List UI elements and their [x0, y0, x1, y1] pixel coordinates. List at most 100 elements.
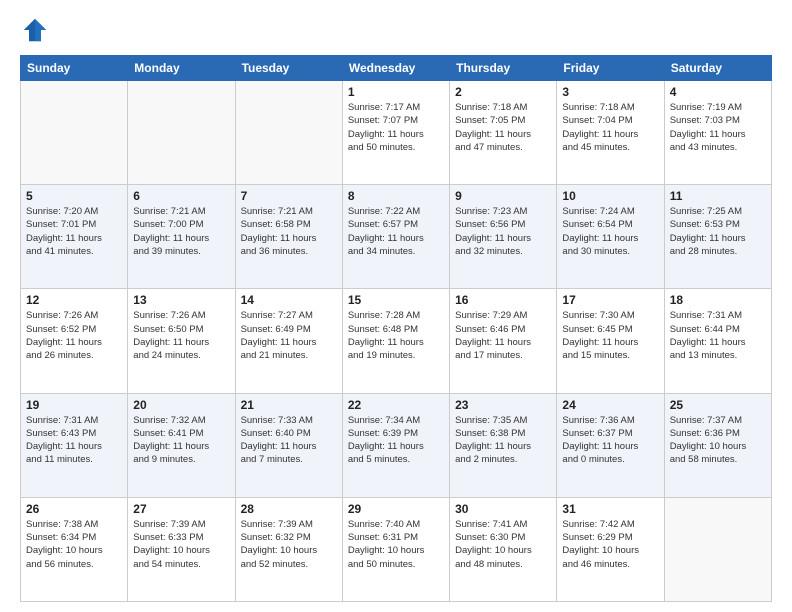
cell-info: Sunrise: 7:22 AM Sunset: 6:57 PM Dayligh…: [348, 205, 444, 258]
cell-date: 8: [348, 189, 444, 203]
calendar-cell: 22 Sunrise: 7:34 AM Sunset: 6:39 PM Dayli…: [342, 393, 449, 497]
calendar-cell: 3 Sunrise: 7:18 AM Sunset: 7:04 PM Daylig…: [557, 81, 664, 185]
cell-date: 14: [241, 293, 337, 307]
cell-date: 23: [455, 398, 551, 412]
cell-date: 4: [670, 85, 766, 99]
cell-info: Sunrise: 7:31 AM Sunset: 6:44 PM Dayligh…: [670, 309, 766, 362]
calendar-cell: 23 Sunrise: 7:35 AM Sunset: 6:38 PM Dayli…: [450, 393, 557, 497]
calendar-cell: 25 Sunrise: 7:37 AM Sunset: 6:36 PM Dayli…: [664, 393, 771, 497]
weekday-header-saturday: Saturday: [664, 56, 771, 81]
calendar-cell: 11 Sunrise: 7:25 AM Sunset: 6:53 PM Dayli…: [664, 185, 771, 289]
cell-date: 16: [455, 293, 551, 307]
cell-info: Sunrise: 7:23 AM Sunset: 6:56 PM Dayligh…: [455, 205, 551, 258]
calendar-cell: 8 Sunrise: 7:22 AM Sunset: 6:57 PM Daylig…: [342, 185, 449, 289]
cell-info: Sunrise: 7:24 AM Sunset: 6:54 PM Dayligh…: [562, 205, 658, 258]
cell-date: 11: [670, 189, 766, 203]
cell-info: Sunrise: 7:18 AM Sunset: 7:05 PM Dayligh…: [455, 101, 551, 154]
page: SundayMondayTuesdayWednesdayThursdayFrid…: [0, 0, 792, 612]
cell-info: Sunrise: 7:32 AM Sunset: 6:41 PM Dayligh…: [133, 414, 229, 467]
weekday-header-friday: Friday: [557, 56, 664, 81]
cell-date: 20: [133, 398, 229, 412]
logo: [20, 15, 54, 45]
cell-info: Sunrise: 7:36 AM Sunset: 6:37 PM Dayligh…: [562, 414, 658, 467]
cell-info: Sunrise: 7:35 AM Sunset: 6:38 PM Dayligh…: [455, 414, 551, 467]
cell-info: Sunrise: 7:29 AM Sunset: 6:46 PM Dayligh…: [455, 309, 551, 362]
calendar-cell: [21, 81, 128, 185]
calendar-cell: 9Sunrise: 7:23 AM Sunset: 6:56 PM Daylig…: [450, 185, 557, 289]
weekday-header-wednesday: Wednesday: [342, 56, 449, 81]
calendar-cell: 17 Sunrise: 7:30 AM Sunset: 6:45 PM Dayli…: [557, 289, 664, 393]
cell-date: 29: [348, 502, 444, 516]
calendar-cell: 10 Sunrise: 7:24 AM Sunset: 6:54 PM Dayli…: [557, 185, 664, 289]
cell-info: Sunrise: 7:18 AM Sunset: 7:04 PM Dayligh…: [562, 101, 658, 154]
cell-date: 13: [133, 293, 229, 307]
cell-info: Sunrise: 7:26 AM Sunset: 6:52 PM Dayligh…: [26, 309, 122, 362]
cell-info: Sunrise: 7:37 AM Sunset: 6:36 PM Dayligh…: [670, 414, 766, 467]
cell-info: Sunrise: 7:31 AM Sunset: 6:43 PM Dayligh…: [26, 414, 122, 467]
cell-date: 18: [670, 293, 766, 307]
calendar-cell: 2 Sunrise: 7:18 AM Sunset: 7:05 PM Daylig…: [450, 81, 557, 185]
cell-date: 1: [348, 85, 444, 99]
calendar-cell: [664, 497, 771, 601]
cell-date: 6: [133, 189, 229, 203]
cell-info: Sunrise: 7:42 AM Sunset: 6:29 PM Dayligh…: [562, 518, 658, 571]
calendar-cell: 15 Sunrise: 7:28 AM Sunset: 6:48 PM Dayli…: [342, 289, 449, 393]
cell-info: Sunrise: 7:33 AM Sunset: 6:40 PM Dayligh…: [241, 414, 337, 467]
cell-date: 15: [348, 293, 444, 307]
cell-info: Sunrise: 7:34 AM Sunset: 6:39 PM Dayligh…: [348, 414, 444, 467]
cell-date: 5: [26, 189, 122, 203]
weekday-header-sunday: Sunday: [21, 56, 128, 81]
weekday-header-monday: Monday: [128, 56, 235, 81]
calendar-cell: 18 Sunrise: 7:31 AM Sunset: 6:44 PM Dayli…: [664, 289, 771, 393]
cell-info: Sunrise: 7:27 AM Sunset: 6:49 PM Dayligh…: [241, 309, 337, 362]
cell-info: Sunrise: 7:28 AM Sunset: 6:48 PM Dayligh…: [348, 309, 444, 362]
cell-date: 2: [455, 85, 551, 99]
cell-date: 26: [26, 502, 122, 516]
calendar-cell: 30Sunrise: 7:41 AM Sunset: 6:30 PM Dayli…: [450, 497, 557, 601]
calendar-table: SundayMondayTuesdayWednesdayThursdayFrid…: [20, 55, 772, 602]
calendar-cell: 24 Sunrise: 7:36 AM Sunset: 6:37 PM Dayli…: [557, 393, 664, 497]
cell-info: Sunrise: 7:38 AM Sunset: 6:34 PM Dayligh…: [26, 518, 122, 571]
cell-info: Sunrise: 7:19 AM Sunset: 7:03 PM Dayligh…: [670, 101, 766, 154]
calendar-week-row: 1 Sunrise: 7:17 AM Sunset: 7:07 PM Daylig…: [21, 81, 772, 185]
cell-date: 10: [562, 189, 658, 203]
cell-date: 21: [241, 398, 337, 412]
cell-date: 25: [670, 398, 766, 412]
cell-date: 22: [348, 398, 444, 412]
cell-date: 30: [455, 502, 551, 516]
calendar-cell: [235, 81, 342, 185]
calendar-cell: 1 Sunrise: 7:17 AM Sunset: 7:07 PM Daylig…: [342, 81, 449, 185]
cell-info: Sunrise: 7:20 AM Sunset: 7:01 PM Dayligh…: [26, 205, 122, 258]
header: [20, 15, 772, 45]
cell-info: Sunrise: 7:26 AM Sunset: 6:50 PM Dayligh…: [133, 309, 229, 362]
calendar-cell: 14 Sunrise: 7:27 AM Sunset: 6:49 PM Dayli…: [235, 289, 342, 393]
calendar-cell: 16 Sunrise: 7:29 AM Sunset: 6:46 PM Dayli…: [450, 289, 557, 393]
cell-info: Sunrise: 7:25 AM Sunset: 6:53 PM Dayligh…: [670, 205, 766, 258]
calendar-cell: 12 Sunrise: 7:26 AM Sunset: 6:52 PM Dayli…: [21, 289, 128, 393]
calendar-cell: 27Sunrise: 7:39 AM Sunset: 6:33 PM Dayli…: [128, 497, 235, 601]
calendar-cell: 31Sunrise: 7:42 AM Sunset: 6:29 PM Dayli…: [557, 497, 664, 601]
cell-date: 3: [562, 85, 658, 99]
cell-info: Sunrise: 7:30 AM Sunset: 6:45 PM Dayligh…: [562, 309, 658, 362]
cell-info: Sunrise: 7:40 AM Sunset: 6:31 PM Dayligh…: [348, 518, 444, 571]
calendar-cell: 13 Sunrise: 7:26 AM Sunset: 6:50 PM Dayli…: [128, 289, 235, 393]
calendar-cell: [128, 81, 235, 185]
calendar-cell: 21 Sunrise: 7:33 AM Sunset: 6:40 PM Dayli…: [235, 393, 342, 497]
cell-date: 24: [562, 398, 658, 412]
weekday-header-tuesday: Tuesday: [235, 56, 342, 81]
cell-info: Sunrise: 7:39 AM Sunset: 6:33 PM Dayligh…: [133, 518, 229, 571]
calendar-cell: 26 Sunrise: 7:38 AM Sunset: 6:34 PM Dayli…: [21, 497, 128, 601]
cell-info: Sunrise: 7:21 AM Sunset: 7:00 PM Dayligh…: [133, 205, 229, 258]
calendar-cell: 20 Sunrise: 7:32 AM Sunset: 6:41 PM Dayli…: [128, 393, 235, 497]
cell-date: 28: [241, 502, 337, 516]
cell-date: 17: [562, 293, 658, 307]
calendar-week-row: 26 Sunrise: 7:38 AM Sunset: 6:34 PM Dayli…: [21, 497, 772, 601]
weekday-header-thursday: Thursday: [450, 56, 557, 81]
cell-date: 12: [26, 293, 122, 307]
calendar-cell: 7Sunrise: 7:21 AM Sunset: 6:58 PM Daylig…: [235, 185, 342, 289]
calendar-cell: 19Sunrise: 7:31 AM Sunset: 6:43 PM Dayli…: [21, 393, 128, 497]
cell-info: Sunrise: 7:17 AM Sunset: 7:07 PM Dayligh…: [348, 101, 444, 154]
cell-info: Sunrise: 7:39 AM Sunset: 6:32 PM Dayligh…: [241, 518, 337, 571]
calendar-cell: 6 Sunrise: 7:21 AM Sunset: 7:00 PM Daylig…: [128, 185, 235, 289]
calendar-week-row: 5 Sunrise: 7:20 AM Sunset: 7:01 PM Daylig…: [21, 185, 772, 289]
